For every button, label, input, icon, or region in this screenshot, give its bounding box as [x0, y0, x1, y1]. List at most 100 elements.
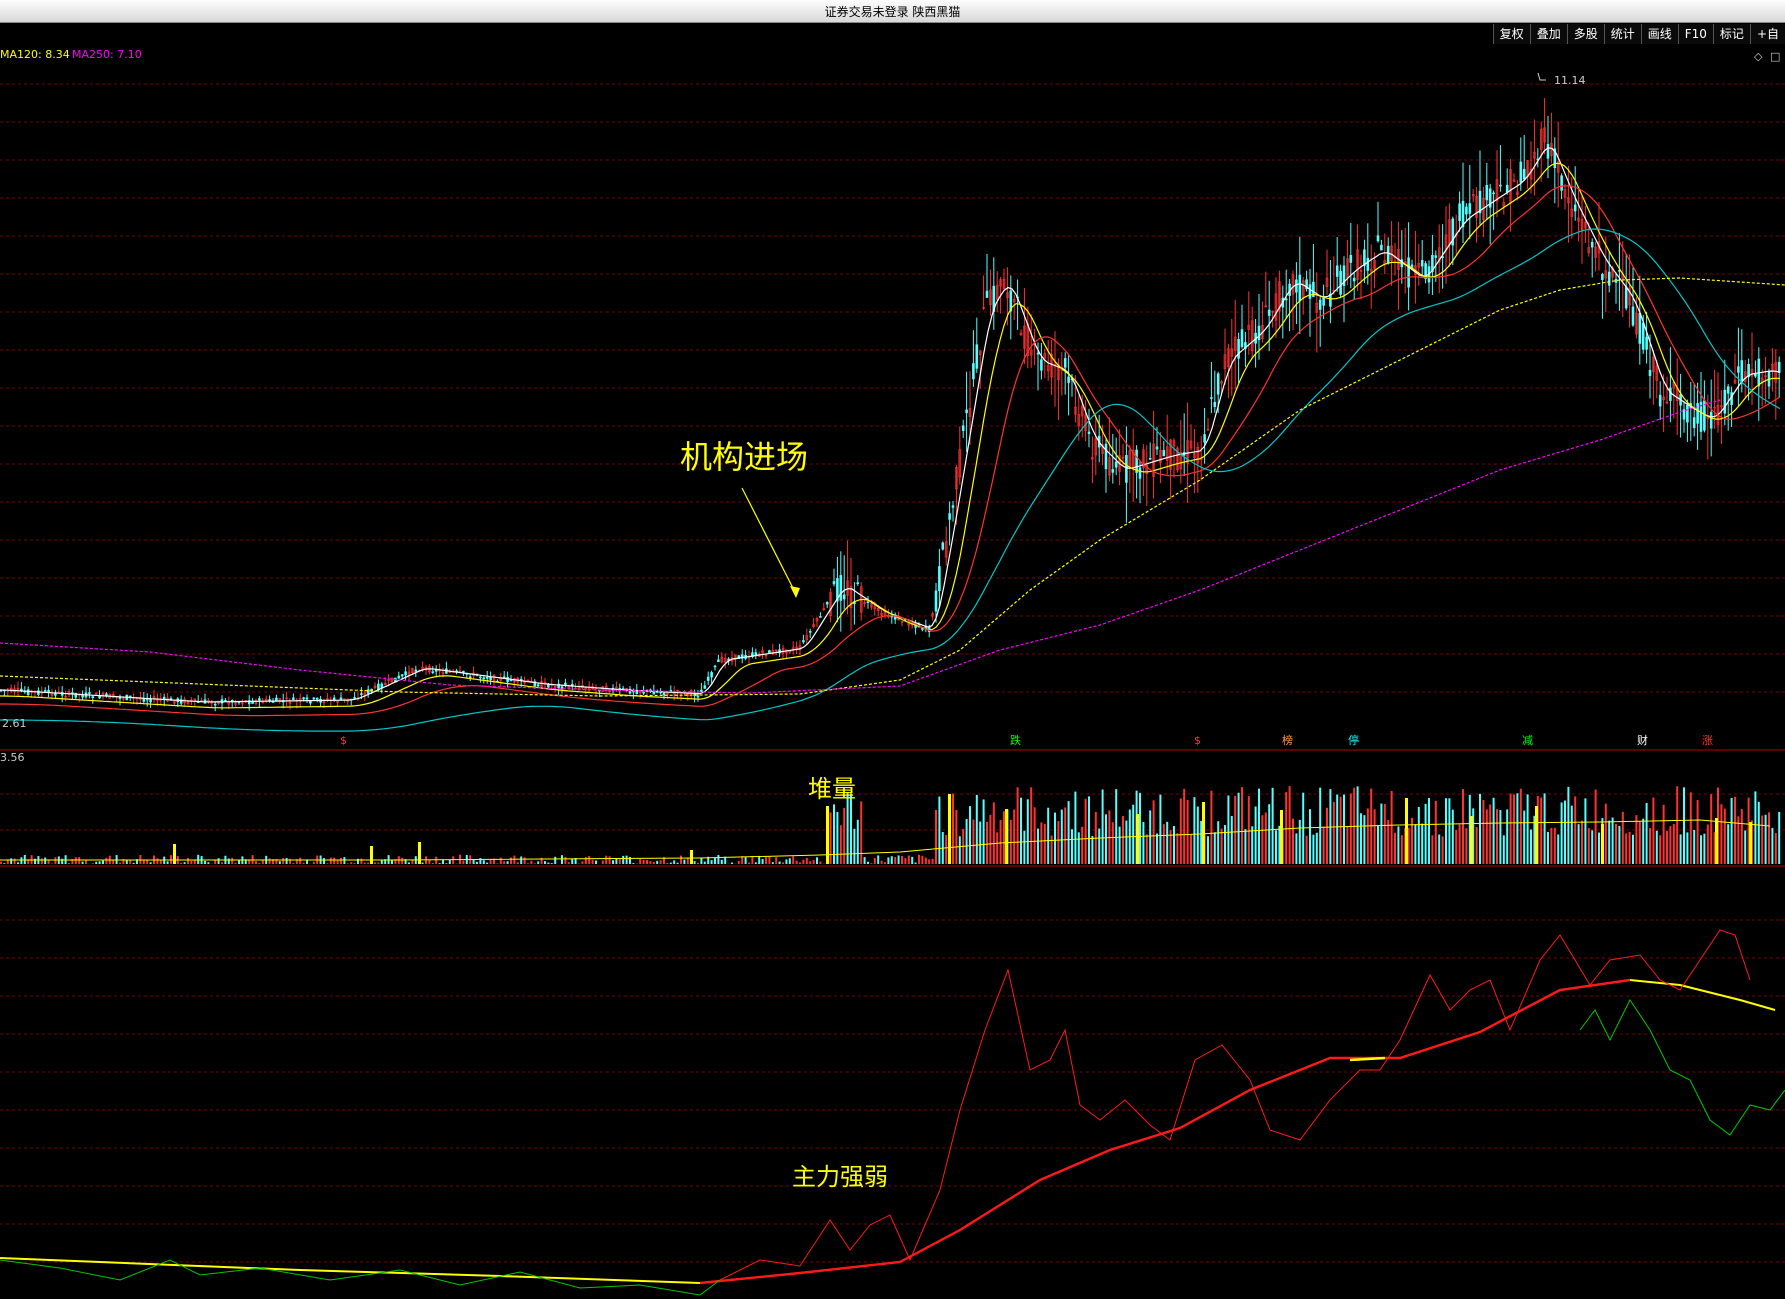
candle-body	[1641, 322, 1645, 350]
toolbar-f10-button[interactable]: F10	[1677, 24, 1713, 44]
volume-bar	[1186, 799, 1189, 864]
toolbar-statistics-button[interactable]: 统计	[1603, 24, 1641, 44]
event-marker-6[interactable]: 减	[1522, 734, 1533, 747]
toolbar-restore-rights-button[interactable]: 复权	[1492, 24, 1530, 44]
volume-bar	[482, 860, 485, 864]
volume-bar	[510, 857, 512, 864]
candle-body	[1485, 185, 1489, 201]
volume-bar	[1152, 800, 1155, 864]
candle-body	[1036, 352, 1040, 355]
volume-bar	[1744, 830, 1747, 864]
event-marker-8[interactable]: 涨	[1702, 734, 1713, 747]
volume-bar	[132, 862, 135, 864]
volume-bar	[91, 863, 94, 864]
event-marker-7[interactable]: 财	[1637, 733, 1648, 747]
diamond-icon[interactable]: ◇	[1754, 50, 1763, 63]
ma250-label: MA250: 7.10	[72, 48, 142, 61]
volume-bar	[1666, 830, 1668, 864]
volume-bar	[421, 862, 424, 864]
candle-body	[560, 686, 564, 689]
ma10-line	[0, 162, 1780, 709]
stock-chart[interactable]: MA120: 8.34 MA250: 7.10 11.14 2.61 3.56 …	[0, 45, 1785, 1299]
panel-toggle-icon[interactable]: □	[1770, 50, 1780, 63]
volume-bar	[1037, 828, 1039, 864]
volume-bar	[68, 862, 70, 864]
volume-bar-highlight	[1005, 809, 1008, 864]
volume-bar	[1513, 794, 1515, 864]
volume-bar	[214, 860, 217, 864]
toolbar-overlay-button[interactable]: 叠加	[1529, 24, 1567, 44]
volume-bar	[1652, 797, 1655, 864]
volume-bar	[1625, 833, 1628, 864]
strength-line-red	[719, 929, 1751, 1281]
volume-bar	[1261, 815, 1264, 864]
volume-bar	[1672, 824, 1675, 864]
candle-body	[1155, 446, 1159, 450]
volume-bar	[1377, 825, 1379, 864]
volume-bar	[1577, 824, 1580, 864]
volume-bar	[880, 860, 883, 864]
event-marker-3[interactable]: $	[1194, 734, 1201, 747]
volume-bar	[952, 793, 954, 864]
volume-bar	[1054, 812, 1056, 864]
volume-bar	[867, 861, 869, 864]
volume-bar	[1445, 798, 1447, 864]
annotation-institution-entry: 机构进场	[680, 438, 808, 476]
volume-bar	[1390, 790, 1393, 864]
volume-bar	[1720, 804, 1723, 864]
volume-bar	[1380, 803, 1383, 864]
volume-bar	[85, 860, 87, 864]
volume-bar	[754, 862, 757, 864]
volume-bar	[1479, 793, 1481, 864]
candle-body	[662, 692, 666, 696]
volume-bar	[1241, 787, 1243, 864]
volume-bar	[1074, 791, 1077, 864]
volume-bar	[717, 854, 720, 864]
volume-bar	[1683, 787, 1685, 864]
volume-bar	[23, 854, 26, 864]
volume-bar	[829, 812, 832, 864]
event-marker-2[interactable]: 跌	[1010, 733, 1021, 747]
toolbar-mark-button[interactable]: 标记	[1712, 24, 1750, 44]
volume-bar	[74, 857, 77, 864]
volume-bar	[3, 863, 6, 864]
toolbar-more-button[interactable]: +自	[1749, 24, 1785, 44]
volume-bar	[642, 859, 645, 864]
toolbar-multi-stock-button[interactable]: 多股	[1566, 24, 1604, 44]
volume-bar	[312, 861, 315, 864]
volume-bar	[1125, 820, 1128, 864]
volume-bar	[180, 862, 183, 864]
volume-bar	[758, 855, 761, 864]
volume-bar	[1030, 787, 1033, 864]
volume-bar	[652, 862, 655, 864]
volume-bar	[1101, 789, 1104, 864]
volume-bar	[285, 857, 288, 864]
volume-bar	[1122, 816, 1124, 864]
candle-body	[1505, 184, 1509, 193]
volume-bar	[1676, 786, 1679, 864]
volume-bar	[1383, 803, 1386, 864]
volume-bar	[731, 862, 733, 864]
candle-body	[312, 697, 316, 700]
volume-bar	[1397, 826, 1400, 864]
toolbar-draw-line-button[interactable]: 画线	[1640, 24, 1678, 44]
event-marker-4[interactable]: 榜	[1282, 733, 1293, 747]
volume-bar	[765, 857, 767, 864]
volume-bar	[1611, 817, 1614, 864]
candle-body	[1087, 431, 1091, 434]
volume-bar	[238, 859, 240, 864]
volume-bar	[1200, 820, 1203, 864]
volume-bar	[1013, 809, 1016, 864]
volume-bar	[1312, 834, 1315, 864]
ma120-label: MA120: 8.34	[0, 48, 70, 61]
volume-bar	[710, 860, 713, 864]
candle-body	[502, 676, 506, 679]
volume-bar	[499, 857, 502, 864]
event-marker-5[interactable]: 停	[1348, 733, 1359, 747]
volume-bar	[714, 858, 716, 864]
candle-body	[948, 513, 951, 520]
volume-bar	[1706, 824, 1709, 864]
candle-body	[1407, 257, 1410, 288]
candle-body	[1380, 244, 1383, 251]
event-marker-1[interactable]: $	[340, 734, 347, 747]
